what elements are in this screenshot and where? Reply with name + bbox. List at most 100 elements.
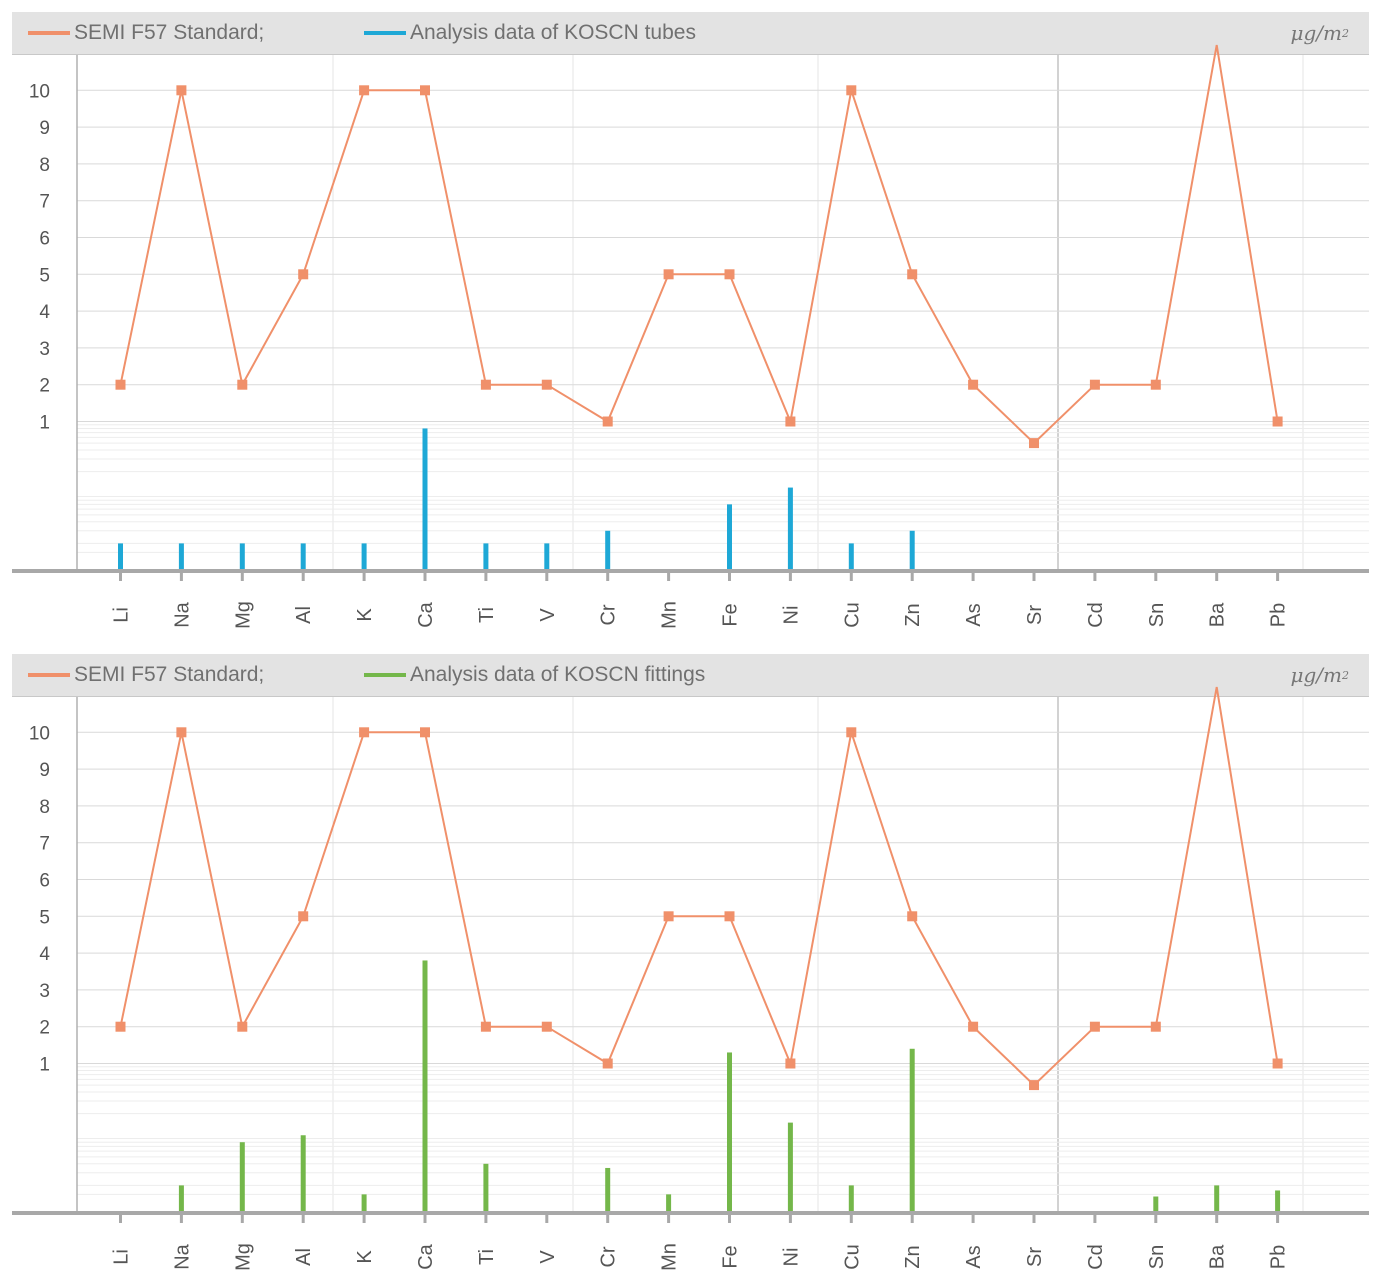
standard-point-K [359,85,370,96]
x-tick-label-Sr: Sr [1024,605,1046,625]
standard-line [119,686,1279,1087]
bar-Zn [909,530,915,569]
standard-point-Zn [907,911,918,922]
standard-point-Al [298,269,309,280]
y-tick-label: 8 [39,797,50,818]
bar-Cu [848,543,854,569]
x-tick-label-V: V [537,608,559,622]
standard-point-Mg [237,379,248,390]
standard-point-K [359,727,370,738]
bar-Zn [909,1048,915,1211]
standard-point-Fe [724,269,735,280]
bar-Al [300,1135,306,1211]
y-tick-label: 1 [39,1055,50,1076]
bar-Cr [605,530,611,569]
x-tick-label-Fe: Fe [720,1245,742,1268]
bar-Fe [727,1052,732,1211]
standard-point-Ni [785,416,796,427]
bar-Cu [848,1185,854,1211]
x-tick-label-Mg: Mg [232,601,254,629]
x-tick-label-Li: Li [111,1249,133,1265]
plot-area: 1 2 3 4 5 6 7 8 9 10 Li Na Mg Al K Ca Ti V Cr Mn Fe Ni Cu Zn As S… [12,686,1369,1271]
x-tick-label-Sr: Sr [1024,1247,1046,1267]
x-tick-label-Cr: Cr [598,1246,620,1267]
x-tick-label-K: K [354,608,376,622]
x-tick-label-K: K [354,1250,376,1264]
y-tick-label: 5 [39,907,50,928]
standard-point-Cu [846,727,857,738]
standard-point-Pb [1272,1058,1283,1069]
standard-point-Mn [663,911,674,922]
x-tick-label-Fe: Fe [720,603,742,626]
y-tick-label: 2 [39,1018,50,1039]
x-tick-label-Na: Na [171,601,193,627]
standard-point-Mn [663,269,674,280]
bar-Cr [605,1167,611,1211]
bar-Ni [787,487,793,569]
standard-point-As [968,379,979,390]
standard-point-Ni [785,1058,796,1069]
x-tick-label-Cu: Cu [841,1244,863,1270]
plot-area: 1 2 3 4 5 6 7 8 9 10 Li Na Mg Al K Ca Ti V Cr Mn Fe Ni Cu Zn As S… [12,44,1369,629]
y-tick-label: 10 [29,81,50,102]
standard-point-Mg [237,1021,248,1032]
bar-Ti [483,543,489,569]
chart-fittings: SEMI F57 Standard; Analysis data of KOSC… [0,642,1380,1279]
bar-K [361,543,367,569]
standard-point-Ca [420,85,430,96]
chart-tubes: SEMI F57 Standard; Analysis data of KOSC… [0,0,1380,637]
x-tick-label-Ba: Ba [1207,602,1229,627]
x-tick-label-Ni: Ni [780,606,802,625]
x-tick-label-Cr: Cr [598,604,620,625]
bar-Ti [483,1163,489,1211]
bar-Ni [787,1122,793,1211]
standard-point-Cd [1089,1021,1100,1032]
x-tick-label-V: V [537,1250,559,1264]
standard-point-Sn [1150,1021,1161,1032]
standard-point-V [541,1021,552,1032]
standard-point-Cd [1089,379,1100,390]
x-tick-label-Li: Li [111,607,133,623]
y-tick-label: 6 [39,229,50,250]
y-tick-label: 1 [39,413,50,434]
standard-point-Sr [1029,438,1039,449]
x-tick-label-Cu: Cu [841,602,863,628]
x-tick-label-Mg: Mg [232,1243,254,1271]
standard-line [119,44,1279,445]
y-tick-label: 8 [39,155,50,176]
y-tick-label: 3 [39,339,50,360]
bar-Pb [1275,1190,1281,1211]
standard-point-Al [298,911,309,922]
x-tick-label-Sn: Sn [1146,603,1168,627]
bar-Na [178,1185,184,1211]
x-tick-label-Ti: Ti [476,607,498,623]
standard-point-Fe [724,911,735,922]
y-tick-label: 5 [39,265,50,286]
y-tick-label: 7 [39,834,50,855]
bar-Ca [422,960,428,1211]
standard-point-Cu [846,85,857,96]
y-tick-label: 10 [29,723,50,744]
x-tick-label-Ti: Ti [476,1249,498,1265]
bar-Ca [422,428,428,569]
bar-Na [178,543,184,569]
bar-K [361,1194,367,1211]
x-tick-label-Ca: Ca [415,601,437,627]
x-tick-label-Pb: Pb [1268,603,1290,627]
standard-point-As [968,1021,979,1032]
x-tick-label-Zn: Zn [902,1245,924,1268]
y-tick-label: 3 [39,981,50,1002]
x-tick-label-Zn: Zn [902,603,924,626]
x-tick-label-Al: Al [293,606,315,624]
standard-point-Ca [420,727,430,738]
standard-point-Cr [602,416,613,427]
x-tick-label-Cd: Cd [1085,602,1107,628]
y-tick-label: 7 [39,192,50,213]
bar-V [544,543,550,569]
y-tick-label: 6 [39,871,50,892]
standard-point-Li [115,1021,126,1032]
standard-point-Na [176,85,187,96]
bar-Sn [1153,1196,1159,1211]
standard-point-V [541,379,552,390]
bar-Mg [239,1142,245,1211]
